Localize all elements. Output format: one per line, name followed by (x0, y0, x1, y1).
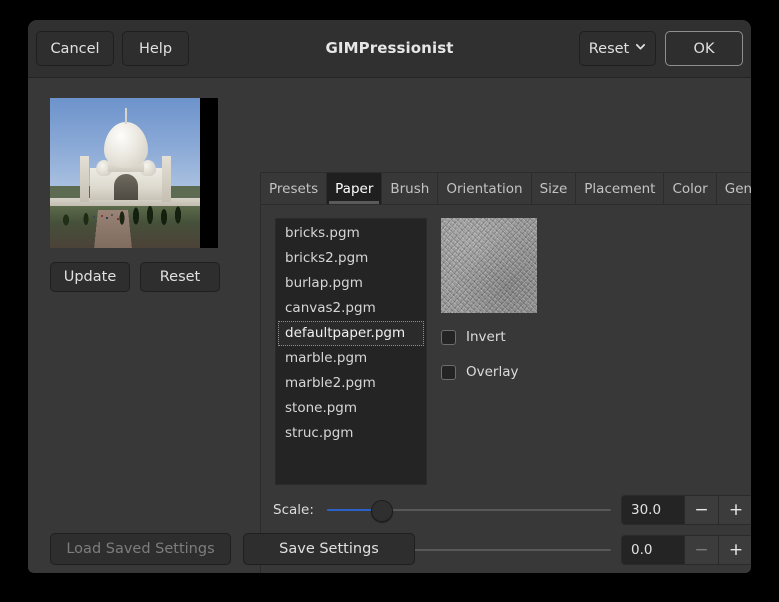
list-item-selected[interactable]: defaultpaper.pgm (278, 321, 424, 346)
preview-minaret-left (80, 156, 89, 202)
tab-brush[interactable]: Brush (382, 173, 438, 204)
preview-minaret-right (162, 156, 171, 202)
paper-tab-page: bricks.pgm bricks2.pgm burlap.pgm canvas… (260, 204, 751, 573)
scale-label: Scale: (269, 502, 327, 518)
taj-mahal-preview-image (50, 98, 200, 248)
tab-placement-label: Placement (584, 181, 655, 197)
notebook-tabbar: Presets Paper Brush Orientation Size (260, 172, 751, 204)
tab-color-label: Color (672, 181, 707, 197)
list-item[interactable]: marble2.pgm (278, 371, 424, 396)
list-item[interactable]: struc.pgm (278, 421, 424, 446)
preview-iwan-arch (114, 174, 138, 200)
image-preview[interactable] (50, 98, 218, 248)
tab-size-label: Size (540, 181, 568, 197)
tab-size[interactable]: Size (532, 173, 577, 204)
plus-icon: + (729, 500, 743, 520)
list-item[interactable]: stone.pgm (278, 396, 424, 421)
paper-list[interactable]: bricks.pgm bricks2.pgm burlap.pgm canvas… (275, 218, 427, 485)
minus-icon: − (694, 500, 708, 520)
update-button-label: Update (64, 269, 117, 285)
tab-paper-label: Paper (335, 181, 373, 197)
dialog-body: Update Reset Presets Paper (28, 78, 751, 572)
cancel-button[interactable]: Cancel (36, 31, 114, 66)
tab-general-label: General (725, 181, 751, 197)
list-item[interactable]: canvas2.pgm (278, 296, 424, 321)
ok-button-label: OK (694, 41, 715, 57)
relief-increment-button[interactable]: + (719, 536, 751, 564)
scale-slider-handle[interactable] (371, 500, 393, 522)
tab-paper[interactable]: Paper (327, 173, 382, 204)
invert-checkbox-row[interactable]: Invert (441, 329, 506, 345)
paper-texture-preview (441, 218, 537, 313)
relief-decrement-button: − (685, 536, 719, 564)
relief-value: 0.0 (631, 542, 652, 558)
settings-actions: Load Saved Settings Save Settings (50, 533, 415, 565)
minus-icon: − (694, 540, 708, 560)
scale-value: 30.0 (631, 502, 661, 518)
help-button[interactable]: Help (122, 31, 189, 66)
scale-spinbutton[interactable]: 30.0 − + (621, 495, 751, 525)
scale-increment-button[interactable]: + (719, 496, 751, 524)
list-item-label: canvas2.pgm (285, 300, 376, 316)
list-item-label: bricks2.pgm (285, 250, 368, 266)
scale-decrement-button[interactable]: − (685, 496, 719, 524)
list-item[interactable]: bricks.pgm (278, 221, 424, 246)
save-settings-button[interactable]: Save Settings (243, 533, 415, 565)
save-settings-label: Save Settings (279, 541, 379, 557)
scale-slider[interactable] (327, 497, 611, 523)
overlay-checkbox-label: Overlay (466, 364, 518, 380)
list-item[interactable]: burlap.pgm (278, 271, 424, 296)
settings-notebook: Presets Paper Brush Orientation Size (260, 172, 751, 573)
ok-button[interactable]: OK (665, 31, 743, 66)
help-button-label: Help (139, 41, 172, 57)
relief-value-input[interactable]: 0.0 (622, 536, 685, 564)
preview-visitors (50, 210, 200, 228)
headerbar-right-actions: Reset OK (579, 31, 743, 66)
preview-panel: Update Reset (50, 98, 228, 292)
list-item-label: bricks.pgm (285, 225, 360, 241)
list-item[interactable]: marble.pgm (278, 346, 424, 371)
reset-button-label: Reset (160, 269, 201, 285)
cancel-button-label: Cancel (50, 41, 99, 57)
overlay-checkbox-row[interactable]: Overlay (441, 364, 518, 380)
tab-brush-label: Brush (390, 181, 429, 197)
list-item-label: defaultpaper.pgm (285, 325, 405, 341)
tab-color[interactable]: Color (664, 173, 716, 204)
tab-general[interactable]: General (717, 173, 751, 204)
reset-menu-button[interactable]: Reset (579, 31, 656, 66)
preview-finial (125, 108, 127, 124)
reset-menu-label: Reset (589, 41, 630, 57)
overlay-checkbox[interactable] (441, 365, 456, 380)
update-preview-button[interactable]: Update (50, 262, 130, 292)
tab-presets[interactable]: Presets (261, 173, 327, 204)
tab-orientation-label: Orientation (446, 181, 522, 197)
scale-slider-row: Scale: 30.0 − (269, 494, 751, 526)
chevron-down-icon (635, 41, 646, 52)
relief-spinbutton[interactable]: 0.0 − + (621, 535, 751, 565)
list-item-label: marble2.pgm (285, 375, 376, 391)
headerbar-left-actions: Cancel Help (36, 31, 189, 66)
tab-orientation[interactable]: Orientation (438, 173, 531, 204)
load-saved-settings-label: Load Saved Settings (66, 541, 214, 557)
list-item-label: struc.pgm (285, 425, 353, 441)
list-item-label: marble.pgm (285, 350, 367, 366)
invert-checkbox-label: Invert (466, 329, 506, 345)
preview-actions: Update Reset (50, 262, 228, 292)
plus-icon: + (729, 540, 743, 560)
gimpressionist-dialog: Cancel Help GIMPressionist Reset (28, 20, 751, 573)
list-item-label: stone.pgm (285, 400, 357, 416)
list-item-label: burlap.pgm (285, 275, 363, 291)
tab-presets-label: Presets (269, 181, 318, 197)
reset-preview-button[interactable]: Reset (140, 262, 220, 292)
dialog-headerbar: Cancel Help GIMPressionist Reset (28, 20, 751, 78)
list-item[interactable]: bricks2.pgm (278, 246, 424, 271)
screen: Cancel Help GIMPressionist Reset (0, 0, 779, 602)
load-saved-settings-button: Load Saved Settings (50, 533, 231, 565)
tab-placement[interactable]: Placement (576, 173, 664, 204)
invert-checkbox[interactable] (441, 330, 456, 345)
scale-value-input[interactable]: 30.0 (622, 496, 685, 524)
